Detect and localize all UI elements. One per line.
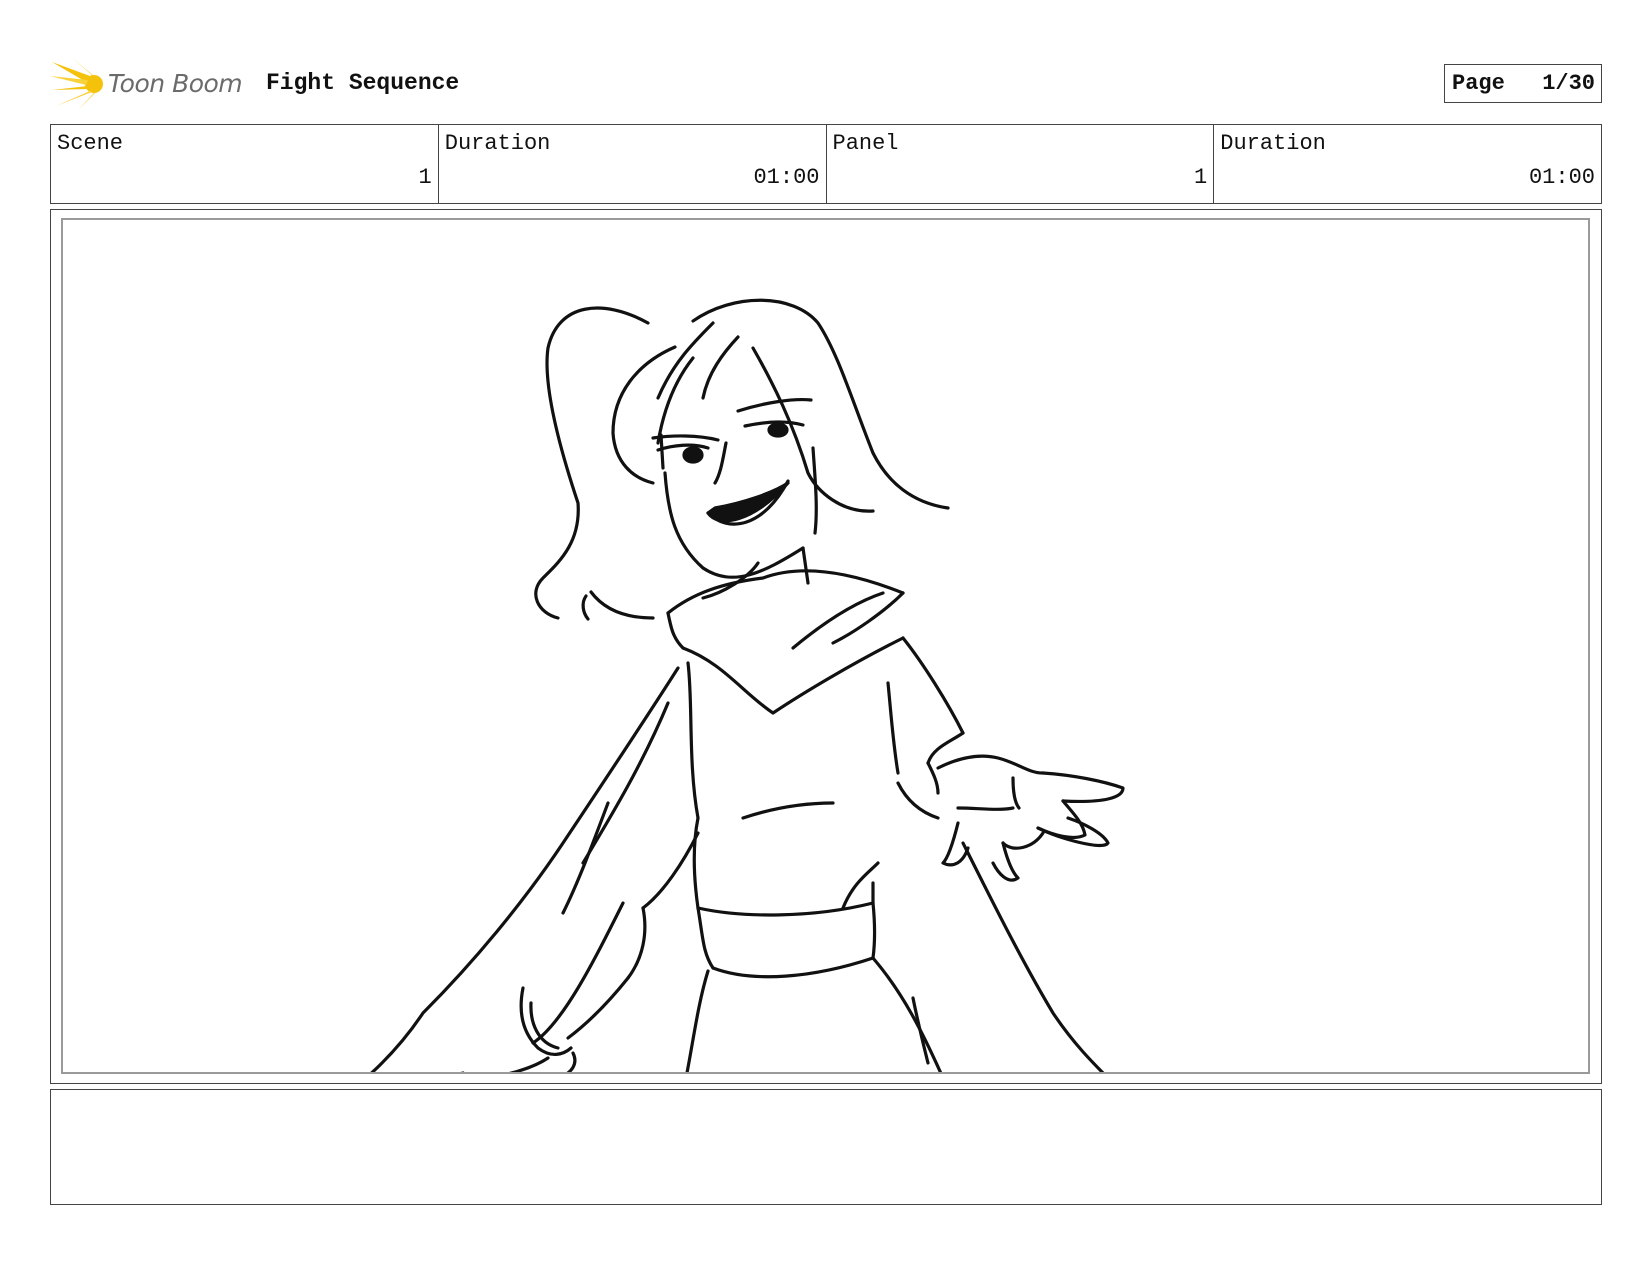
scene-info-row: Scene 1 Duration 01:00 Panel 1 Duration … [50, 124, 1602, 204]
page-label: Page [1452, 71, 1505, 96]
panel-label: Panel [832, 131, 899, 156]
storyboard-panel [50, 209, 1602, 1084]
panel-safe-area [61, 218, 1590, 1074]
page-indicator: Page 1/30 [1444, 64, 1602, 103]
panel-cell: Panel 1 [827, 125, 1215, 203]
panel-duration-cell: Duration 01:00 [1214, 125, 1601, 203]
scene-cell: Scene 1 [51, 125, 439, 203]
panel-notes-area[interactable] [50, 1089, 1602, 1205]
scene-duration-label: Duration [444, 131, 551, 156]
scene-duration-value: 01:00 [753, 165, 820, 190]
storyboard-header: Toon Boom Fight Sequence Page 1/30 [50, 54, 1602, 110]
character-sketch [370, 298, 1125, 1072]
scene-label: Scene [57, 131, 124, 156]
document-title: Fight Sequence [266, 70, 460, 96]
logo-text: Toon Boom [108, 69, 243, 98]
scene-duration-cell: Duration 01:00 [439, 125, 827, 203]
panel-duration-value: 01:00 [1528, 165, 1595, 190]
toon-boom-logo: Toon Boom [50, 58, 250, 110]
page-number: 1/30 [1542, 71, 1595, 96]
panel-value: 1 [1194, 165, 1208, 190]
starburst-icon [50, 58, 103, 110]
scene-value: 1 [418, 165, 432, 190]
panel-duration-label: Duration [1220, 131, 1326, 156]
